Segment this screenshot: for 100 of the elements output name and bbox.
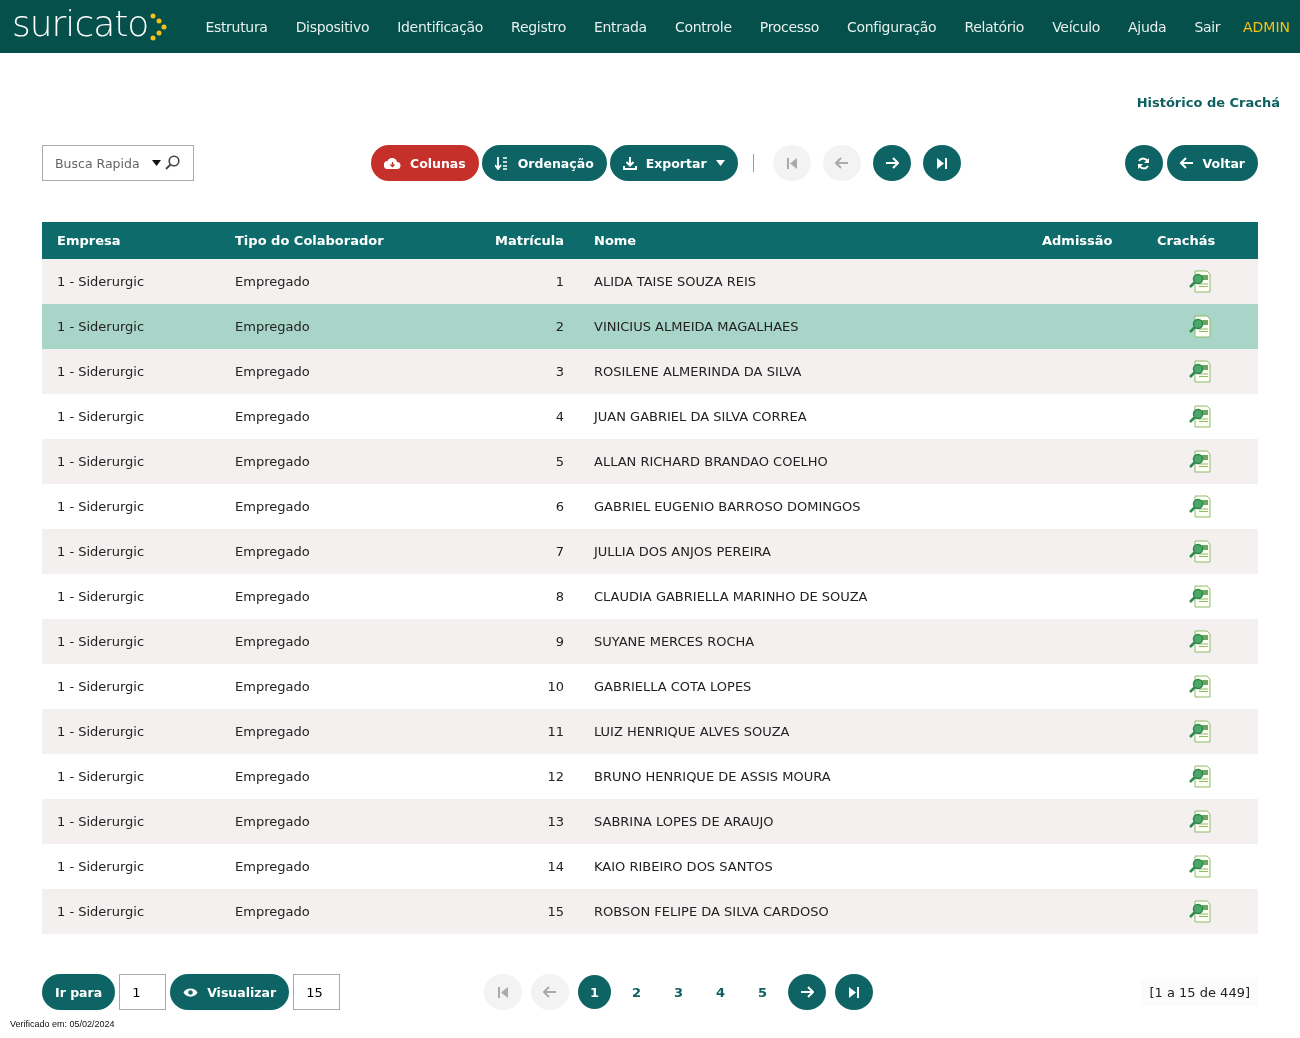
table-cell-text: ALLAN RICHARD BRANDAO COELHO bbox=[593, 454, 829, 469]
menu-item[interactable]: Identificação bbox=[383, 18, 498, 35]
menu-item[interactable]: Controle bbox=[660, 18, 746, 35]
badge-document-search-icon[interactable] bbox=[1187, 719, 1213, 744]
badge-document-search-icon[interactable] bbox=[1187, 269, 1213, 294]
page-size-field[interactable]: 15 bbox=[293, 974, 341, 1010]
menu-item[interactable]: Estrutura bbox=[191, 18, 282, 35]
column-header[interactable]: Empresa bbox=[42, 233, 220, 248]
view-button[interactable]: Visualizar bbox=[170, 974, 290, 1010]
table-cell-text: 1 - Siderurgic bbox=[56, 499, 146, 514]
table-cell-text: Empregado bbox=[234, 409, 311, 424]
badge-document-search-icon[interactable] bbox=[1187, 854, 1213, 879]
page-number-button[interactable]: 3 bbox=[662, 975, 696, 1009]
first-page-icon bbox=[786, 157, 797, 169]
columns-button[interactable]: Colunas bbox=[371, 145, 479, 181]
table-cell-text: Empregado bbox=[234, 274, 311, 289]
page-number-button[interactable]: 4 bbox=[704, 975, 738, 1009]
badge-document-search-icon[interactable] bbox=[1187, 899, 1213, 924]
table-cell-text: 6 bbox=[554, 499, 565, 514]
table-cell-text: 1 - Siderurgic bbox=[56, 904, 146, 919]
menu-item[interactable]: Configuração bbox=[833, 18, 951, 35]
table-cell-text: 4 bbox=[554, 409, 565, 424]
badge-document-search-icon[interactable] bbox=[1187, 494, 1213, 519]
badge-document-search-icon[interactable] bbox=[1187, 314, 1213, 339]
table-row[interactable]: 1 - Siderurgic Empregado 5 ALLAN RICHARD BRANDAO COELHO bbox=[42, 439, 1258, 484]
table-cell-text: Empregado bbox=[234, 319, 311, 334]
table-cell-text: 1 bbox=[554, 274, 565, 289]
table-cell-text: Empregado bbox=[234, 499, 311, 514]
table-row[interactable]: 1 - Siderurgic Empregado 13 SABRINA LOPES DE ARAUJO bbox=[42, 799, 1258, 844]
table-cell-text: Empregado bbox=[234, 679, 311, 694]
column-header[interactable]: Admissão bbox=[1027, 233, 1142, 248]
table-cell-text: 12 bbox=[546, 769, 565, 784]
cloud-download-icon bbox=[384, 157, 401, 169]
go-to-page-button[interactable]: Ir para bbox=[42, 974, 116, 1010]
badge-document-search-icon[interactable] bbox=[1187, 764, 1213, 789]
badge-document-search-icon[interactable] bbox=[1187, 809, 1213, 834]
page-number-button[interactable]: 2 bbox=[620, 975, 654, 1009]
table-cell-text: Empregado bbox=[234, 814, 311, 829]
table-cell-text: 9 bbox=[554, 634, 565, 649]
table-cell-text: 14 bbox=[546, 859, 565, 874]
table-row[interactable]: 1 - Siderurgic Empregado 1 ALIDA TAISE SOUZA REIS bbox=[42, 259, 1258, 304]
table-row[interactable]: 1 - Siderurgic Empregado 7 JULLIA DOS ANJOS PEREIRA bbox=[42, 529, 1258, 574]
table-cell-text: 1 - Siderurgic bbox=[56, 679, 146, 694]
menu-item[interactable]: Ajuda bbox=[1114, 18, 1181, 35]
table-cell-text: 1 - Siderurgic bbox=[56, 634, 146, 649]
table-cell-text: GABRIEL EUGENIO BARROSO DOMINGOS bbox=[593, 499, 862, 514]
download-icon bbox=[622, 156, 637, 170]
badge-document-search-icon[interactable] bbox=[1187, 539, 1213, 564]
quick-search-field[interactable]: Busca Rapida bbox=[42, 145, 194, 181]
right-arrow-icon bbox=[884, 157, 899, 169]
next-page-button[interactable] bbox=[788, 974, 827, 1010]
back-button[interactable]: Voltar bbox=[1166, 145, 1258, 181]
table-row[interactable]: 1 - Siderurgic Empregado 11 LUIZ HENRIQUE ALVES SOUZA bbox=[42, 709, 1258, 754]
table-cell-text: Empregado bbox=[234, 454, 311, 469]
page-number-field[interactable]: 1 bbox=[119, 974, 167, 1010]
table-cell-text: 13 bbox=[546, 814, 565, 829]
logo-dots-icon bbox=[149, 12, 168, 41]
export-button[interactable]: Exportar bbox=[609, 145, 738, 181]
table-cell-text: Empregado bbox=[234, 859, 311, 874]
left-arrow-icon bbox=[1179, 157, 1194, 169]
table-row[interactable]: 1 - Siderurgic Empregado 2 VINICIUS ALMEIDA MAGALHAES bbox=[42, 304, 1258, 349]
menu-item[interactable]: Registro bbox=[497, 18, 580, 35]
table-cell-text: 5 bbox=[554, 454, 565, 469]
table-cell-text: ALIDA TAISE SOUZA REIS bbox=[593, 274, 758, 289]
table-row[interactable]: 1 - Siderurgic Empregado 15 ROBSON FELIPE DA SILVA CARDOSO bbox=[42, 889, 1258, 934]
menu-item[interactable]: Entrada bbox=[580, 18, 661, 35]
column-header[interactable]: Crachás bbox=[1142, 233, 1258, 248]
table-cell-text: SABRINA LOPES DE ARAUJO bbox=[593, 814, 775, 829]
menu-item[interactable]: Dispositivo bbox=[281, 18, 384, 35]
badge-document-search-icon[interactable] bbox=[1187, 404, 1213, 429]
last-page-button[interactable] bbox=[835, 974, 874, 1010]
logo-wordmark: suricato bbox=[12, 5, 149, 42]
badge-document-search-icon[interactable] bbox=[1187, 629, 1213, 654]
sort-button[interactable]: Ordenação bbox=[481, 145, 607, 181]
last-page-button[interactable] bbox=[922, 145, 961, 181]
column-header[interactable]: Matrícula bbox=[470, 233, 579, 248]
menu-item[interactable]: Sair bbox=[1180, 18, 1235, 35]
column-header[interactable]: Tipo do Colaborador bbox=[220, 233, 470, 248]
table-row[interactable]: 1 - Siderurgic Empregado 9 SUYANE MERCES ROCHA bbox=[42, 619, 1258, 664]
table-cell-text: 10 bbox=[546, 679, 565, 694]
user-name[interactable]: ADMIN bbox=[1242, 18, 1290, 35]
refresh-button[interactable] bbox=[1124, 145, 1163, 181]
menu-item[interactable]: Relatório bbox=[950, 18, 1039, 35]
next-page-button[interactable] bbox=[872, 145, 911, 181]
dropdown-caret-icon bbox=[152, 160, 161, 166]
column-header[interactable]: Nome bbox=[579, 233, 1027, 248]
badge-document-search-icon[interactable] bbox=[1187, 584, 1213, 609]
badge-document-search-icon[interactable] bbox=[1187, 449, 1213, 474]
badge-document-search-icon[interactable] bbox=[1187, 674, 1213, 699]
menu-item[interactable]: Processo bbox=[745, 18, 833, 35]
left-arrow-icon bbox=[834, 157, 849, 169]
table-cell-text: JULLIA DOS ANJOS PEREIRA bbox=[592, 544, 772, 559]
page-number-button[interactable]: 5 bbox=[746, 975, 780, 1009]
page-number-button[interactable]: 1 bbox=[578, 975, 612, 1009]
menu-item[interactable]: Veículo bbox=[1038, 18, 1115, 35]
table-cell-text: 1 - Siderurgic bbox=[56, 454, 146, 469]
table-cell-text: Empregado bbox=[234, 769, 311, 784]
table-row[interactable]: 1 - Siderurgic Empregado 3 ROSILENE ALMERINDA DA SILVA bbox=[42, 349, 1258, 394]
badge-document-search-icon[interactable] bbox=[1187, 359, 1213, 384]
last-page-icon bbox=[849, 986, 860, 998]
